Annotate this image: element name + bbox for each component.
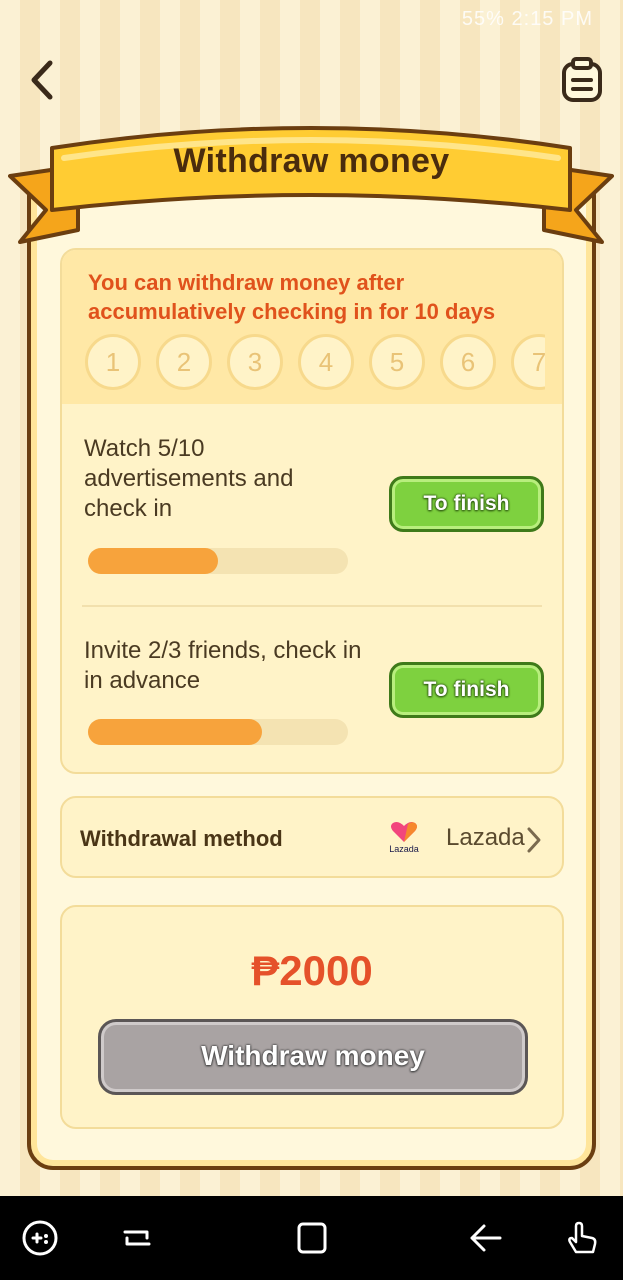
withdrawal-method-row[interactable]: Withdrawal method Lazada Lazada <box>60 796 564 878</box>
chevron-left-icon <box>31 60 53 100</box>
withdraw-button[interactable]: Withdraw money <box>98 1019 528 1095</box>
check-in-header: You can withdraw money after accumulativ… <box>62 250 562 404</box>
task-card: You can withdraw money after accumulativ… <box>60 248 564 774</box>
day-circle: 7 <box>511 334 545 390</box>
recent-apps-icon[interactable] <box>117 1218 157 1258</box>
withdraw-amount: ₱2000 <box>251 947 373 994</box>
day-circle: 3 <box>227 334 283 390</box>
progress-track-invite <box>88 719 348 745</box>
days-row: 1 2 3 4 5 6 7 <box>85 334 545 392</box>
finish-button-ads[interactable]: To finish <box>389 476 544 532</box>
finish-button-invite[interactable]: To finish <box>389 662 544 718</box>
day-circle: 5 <box>369 334 425 390</box>
withdrawal-method-value: Lazada <box>446 824 525 851</box>
lazada-heart-icon <box>391 822 417 842</box>
gesture-icon[interactable] <box>562 1218 602 1258</box>
day-circle: 6 <box>440 334 496 390</box>
withdraw-card: ₱2000 Withdraw money <box>60 905 564 1129</box>
day-circle: 4 <box>298 334 354 390</box>
withdrawal-method-label: Withdrawal method <box>80 826 283 851</box>
status-bar: 55% 2:15 PM <box>0 0 623 40</box>
day-circle: 1 <box>85 334 141 390</box>
status-text: 55% 2:15 PM <box>461 8 593 30</box>
back-icon[interactable] <box>466 1218 506 1258</box>
progress-fill-ads <box>88 548 218 574</box>
progress-track-ads <box>88 548 348 574</box>
lazada-logo: Lazada <box>384 820 424 856</box>
clipboard-icon <box>562 57 602 102</box>
home-icon[interactable] <box>292 1218 332 1258</box>
day-circle: 2 <box>156 334 212 390</box>
withdraw-notice: You can withdraw money after accumulativ… <box>88 270 496 324</box>
task-label-invite: Invite 2/3 friends, check in in advance <box>84 637 362 694</box>
divider <box>82 605 542 607</box>
system-nav-bar <box>0 1196 623 1280</box>
title-ribbon <box>8 126 614 244</box>
game-tools-icon[interactable] <box>20 1218 60 1258</box>
chevron-right-icon <box>527 827 541 853</box>
page-title: Withdraw money <box>173 142 450 180</box>
progress-fill-invite <box>88 719 263 745</box>
back-button[interactable] <box>22 55 62 105</box>
task-label-ads: Watch 5/10 advertisements and check in <box>84 435 294 522</box>
records-button[interactable] <box>559 56 605 104</box>
lazada-caption: Lazada <box>389 844 419 854</box>
